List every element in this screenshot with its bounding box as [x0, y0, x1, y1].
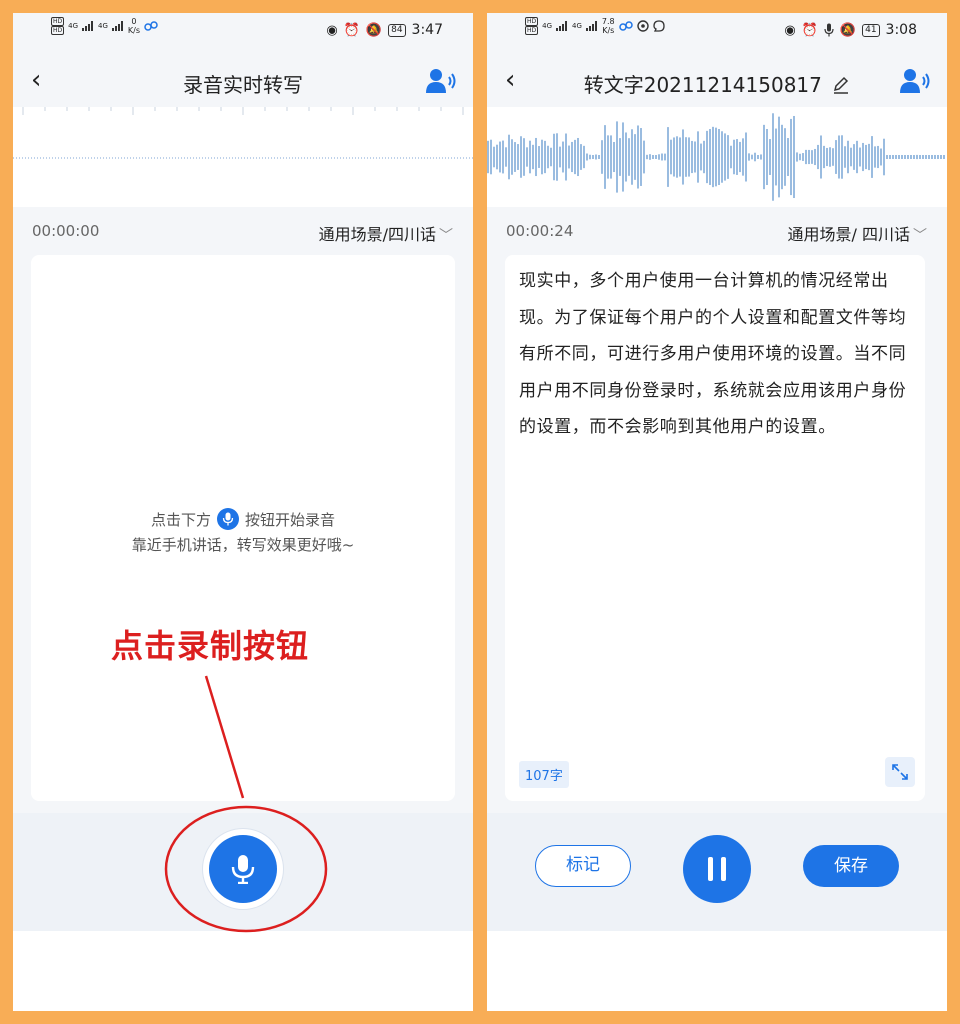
speaker-icon[interactable]: [425, 67, 457, 95]
page-title: 转文字20211214150817: [487, 69, 947, 98]
status-bar: HD HD 4G 4G 0 K/s ◉ ⏰ 🔕 84 3:47: [13, 13, 473, 49]
net-speed: 0 K/s: [127, 17, 141, 35]
alarm-icon: ⏰: [801, 22, 818, 38]
mic-icon: [231, 855, 255, 884]
hd-badge: HD: [525, 26, 539, 35]
chevron-down-icon: ﹀: [439, 228, 453, 244]
record-meta: 00:00:24 通用场景/ 四川话 ﹀: [487, 219, 947, 245]
page-title: 录音实时转写: [183, 73, 303, 97]
mute-icon: 🔕: [365, 22, 383, 38]
pause-icon: [721, 857, 726, 881]
hd-badge: HD: [525, 17, 539, 26]
record-tip: 靠近手机讲话，转写效果更好哦~: [131, 536, 355, 554]
battery-indicator: 41: [862, 23, 880, 37]
status-bar: HD HD 4G 4G 7.8 K/s ◉ ⏰ 🔕 41 3:08: [487, 13, 947, 49]
signal-label: 4G: [68, 22, 79, 30]
expand-icon: [892, 764, 908, 780]
right-screen: HD HD 4G 4G 7.8 K/s ◉ ⏰ 🔕 41 3:08 ‹ 转文字202…: [487, 13, 947, 1011]
signal-label: 4G: [572, 22, 582, 30]
mark-button[interactable]: 标记: [535, 845, 631, 887]
pencil-icon[interactable]: [832, 76, 850, 94]
word-count-badge: 107字: [519, 761, 569, 788]
record-timer: 00:00:24: [506, 222, 574, 240]
record-timer: 00:00:00: [32, 222, 100, 240]
title-bar: ‹ 录音实时转写: [13, 57, 473, 105]
signal-label: 4G: [542, 22, 553, 30]
link-icon: [144, 21, 158, 31]
transcript-text[interactable]: 现实中，多个用户使用一台计算机的情况经常出现。为了保证每个用户的个人设置和配置文…: [519, 263, 913, 446]
link-icon: [618, 21, 633, 31]
signal-icon: [111, 21, 123, 31]
pause-button[interactable]: [683, 835, 751, 903]
clock: 3:47: [411, 22, 443, 38]
mic-icon: [824, 23, 834, 37]
record-button[interactable]: [209, 835, 277, 903]
scene-selector[interactable]: 通用场景/四川话 ﹀: [319, 221, 453, 245]
expand-button[interactable]: [885, 757, 915, 787]
left-screen: HDHD 4G 4G 0K/s ◉ ⏰ 🔕 84 3:47 ‹ 录音实时转写: [13, 13, 473, 1011]
transcript-card: 点击下方 按钮开始录音 靠近手机讲话，转写效果更好哦~: [31, 255, 455, 801]
record-meta: 00:00:00 通用场景/四川话 ﹀: [13, 219, 473, 245]
mic-icon: [217, 508, 239, 530]
waveform: [13, 107, 473, 159]
waveform-area: [13, 107, 473, 207]
pause-icon: [708, 857, 713, 881]
network-indicators: HD HD 4G 4G 7.8 K/s: [525, 17, 665, 35]
eye-icon: ◉: [326, 22, 338, 38]
waveform: [487, 113, 945, 201]
transcript-card: 现实中，多个用户使用一台计算机的情况经常出现。为了保证每个用户的个人设置和配置文…: [505, 255, 925, 801]
battery-indicator: 84: [388, 23, 406, 37]
signal-icon: [556, 21, 568, 31]
eye-icon: ◉: [784, 22, 796, 38]
system-indicators: ◉ ⏰ 🔕 84 3:47: [326, 22, 443, 38]
signal-icon: [82, 21, 94, 31]
title-bar: ‹ 转文字20211214150817: [487, 57, 947, 105]
annotation-text: 点击录制按钮: [111, 627, 310, 665]
scene-selector[interactable]: 通用场景/ 四川话 ﹀: [788, 221, 927, 245]
hd-badge: HD: [51, 26, 65, 35]
alarm-icon: ⏰: [343, 22, 360, 38]
hd-badge: HD: [51, 17, 65, 26]
waveform-area: [487, 107, 947, 207]
clock: 3:08: [885, 22, 917, 38]
signal-icon: [585, 21, 597, 31]
network-indicators: HD HD 4G 4G 0 K/s: [51, 17, 158, 35]
signal-label: 4G: [98, 22, 108, 30]
save-button[interactable]: 保存: [803, 845, 899, 887]
net-speed: 7.8 K/s: [601, 17, 615, 35]
location-icon: [636, 20, 649, 32]
speaker-icon[interactable]: [899, 67, 931, 95]
record-hint: 点击下方 按钮开始录音: [31, 508, 455, 530]
system-indicators: ◉ ⏰ 🔕 41 3:08: [784, 22, 917, 38]
chat-icon: [653, 20, 665, 32]
mute-icon: 🔕: [839, 22, 857, 38]
chevron-down-icon: ﹀: [913, 228, 927, 244]
